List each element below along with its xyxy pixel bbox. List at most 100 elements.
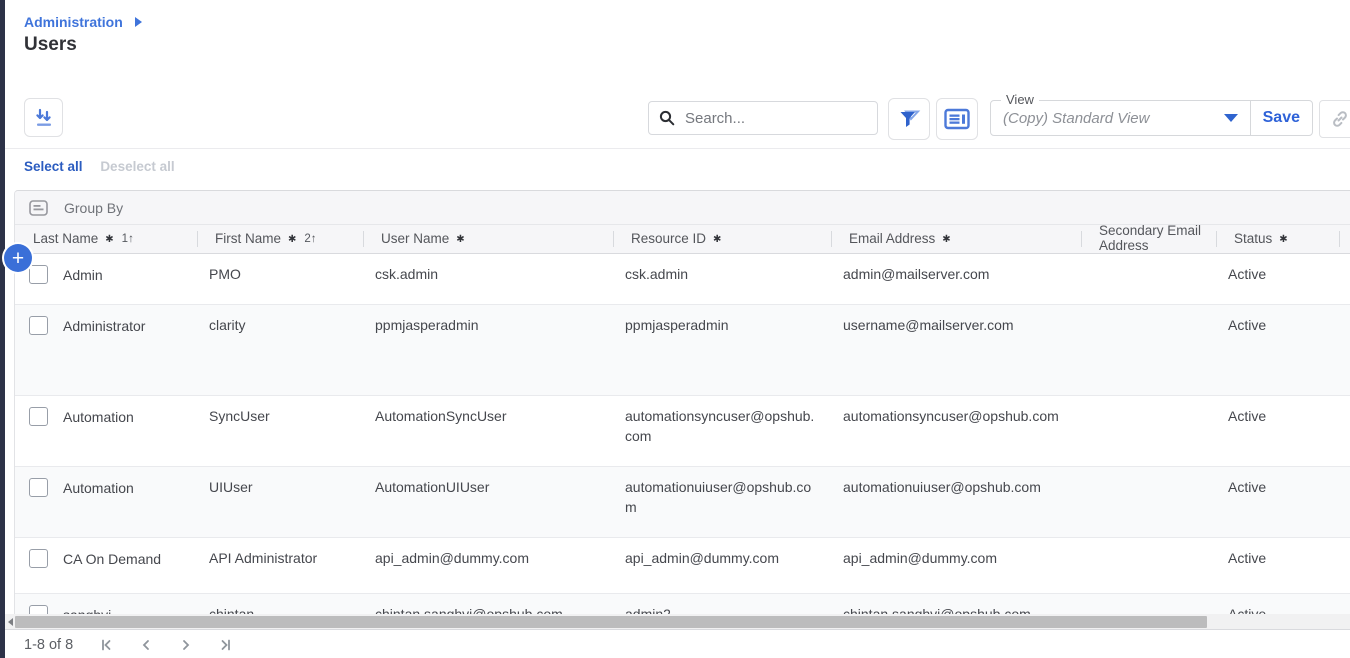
pagination-range: 1-8 of 8 (24, 637, 73, 653)
required-icon: ✱ (942, 234, 950, 245)
copy-link-button[interactable] (1319, 100, 1350, 138)
table-cell: Admin (15, 254, 197, 304)
users-grid: Group By Last Name✱1↑First Name✱2↑User N… (14, 190, 1350, 617)
table-cell: clarity (197, 305, 363, 395)
table-cell: api_admin@dummy.com (613, 538, 831, 593)
next-page-button[interactable] (179, 638, 193, 652)
horizontal-scrollbar[interactable] (5, 614, 1350, 629)
sort-indicator: 1↑ (122, 233, 134, 246)
column-label: First Name (215, 232, 281, 247)
plus-icon: + (12, 248, 24, 269)
table-cell: username@mailserver.com (831, 305, 1081, 395)
column-header[interactable]: Status ✱ (1216, 225, 1339, 253)
table-cell: automationuiuser@opshub.com (613, 467, 831, 537)
table-cell: csk.admin (613, 254, 831, 304)
table-cell (1081, 467, 1216, 537)
save-view-button[interactable]: Save (1250, 101, 1312, 135)
search-box[interactable] (648, 101, 878, 135)
table-cell: Active (1216, 538, 1339, 593)
grid-bottom-border (5, 629, 1350, 630)
group-by-bar[interactable]: Group By (15, 191, 1350, 225)
view-selector-label: View (1001, 92, 1039, 107)
scroll-left-arrow-icon[interactable] (5, 618, 15, 626)
table-row[interactable]: AutomationSyncUserAutomationSyncUserauto… (15, 396, 1350, 467)
table-cell: AutomationUIUser (363, 467, 613, 537)
table-cell: csk.admin (363, 254, 613, 304)
column-label: Secondary Email Address (1099, 224, 1216, 254)
pagination: 1-8 of 8 (24, 637, 233, 653)
table-row[interactable]: Administratorclarityppmjasperadminppmjas… (15, 305, 1350, 396)
column-header[interactable]: Email Address ✱ (831, 225, 1081, 253)
header-row: Last Name✱1↑First Name✱2↑User Name✱Resou… (15, 225, 1350, 254)
column-header[interactable]: User Name✱ (363, 225, 613, 253)
required-icon: ✱ (1279, 234, 1287, 245)
column-header[interactable]: Resource ID ✱ (613, 225, 831, 253)
page-title: Users (24, 34, 77, 56)
group-by-icon (29, 200, 48, 216)
view-selector: View (Copy) Standard View Save (990, 100, 1313, 136)
table-cell: CA On Demand (15, 538, 197, 593)
required-icon: ✱ (105, 234, 113, 245)
scrollbar-thumb[interactable] (15, 616, 1207, 628)
search-input[interactable] (683, 109, 867, 128)
filter-button[interactable] (888, 98, 930, 140)
table-cell: ppmjasperadmin (613, 305, 831, 395)
column-label: Last Name (33, 232, 98, 247)
table-row[interactable]: AutomationUIUserAutomationUIUserautomati… (15, 467, 1350, 538)
table-cell: API Administrator (197, 538, 363, 593)
row-checkbox[interactable] (29, 265, 48, 284)
table-cell: ppmjasperadmin (363, 305, 613, 395)
selection-controls: Select all Deselect all (24, 159, 175, 174)
link-icon (1330, 109, 1350, 129)
column-header[interactable]: Last Name ✱ 1↑ (15, 225, 197, 253)
table-cell (1081, 254, 1216, 304)
table-cell: Active (1216, 305, 1339, 395)
table-cell: SyncUser (197, 396, 363, 466)
table-row[interactable]: CA On DemandAPI Administratorapi_admin@d… (15, 538, 1350, 594)
collapsed-side-rail (0, 0, 5, 658)
table-cell: api_admin@dummy.com (363, 538, 613, 593)
view-selector-value[interactable]: (Copy) Standard View (991, 110, 1224, 127)
table-cell: automationuiuser@opshub.com (831, 467, 1081, 537)
column-label: Status (1234, 232, 1272, 247)
table-cell: UIUser (197, 467, 363, 537)
select-all-link[interactable]: Select all (24, 159, 83, 174)
deselect-all-link[interactable]: Deselect all (100, 159, 174, 174)
previous-page-button[interactable] (139, 638, 153, 652)
cell-text: Admin (63, 264, 103, 285)
table-cell: AutomationSyncUser (363, 396, 613, 466)
table-cell: api_admin@dummy.com (831, 538, 1081, 593)
column-label: User Name (381, 232, 449, 247)
column-label: Email Address (849, 232, 935, 247)
table-cell: PMO (197, 254, 363, 304)
column-label: Resource ID (631, 232, 706, 247)
table-cell: Active (1216, 254, 1339, 304)
table-row[interactable]: AdminPMOcsk.admincsk.adminadmin@mailserv… (15, 254, 1350, 305)
row-checkbox[interactable] (29, 407, 48, 426)
group-by-label: Group By (64, 200, 123, 216)
view-layout-button[interactable] (936, 98, 978, 140)
download-button[interactable] (24, 98, 63, 137)
last-page-button[interactable] (219, 638, 233, 652)
add-user-button[interactable]: + (4, 244, 32, 272)
cell-text: CA On Demand (63, 548, 161, 569)
chevron-down-icon[interactable] (1224, 114, 1238, 122)
required-icon: ✱ (713, 234, 721, 245)
required-icon: ✱ (288, 234, 296, 245)
search-icon (659, 110, 675, 126)
first-page-button[interactable] (99, 638, 113, 652)
row-checkbox[interactable] (29, 549, 48, 568)
breadcrumb-arrow-icon[interactable] (135, 17, 142, 27)
table-cell (1081, 538, 1216, 593)
column-header[interactable]: First Name✱2↑ (197, 225, 363, 253)
row-checkbox[interactable] (29, 316, 48, 335)
column-header[interactable]: Secondary Email Address (1081, 225, 1216, 253)
row-checkbox[interactable] (29, 478, 48, 497)
table-cell (1081, 305, 1216, 395)
table-cell: automationsyncuser@opshub.com (613, 396, 831, 466)
download-icon (33, 107, 55, 129)
breadcrumb-administration-link[interactable]: Administration (24, 14, 123, 30)
filter-icon (897, 107, 921, 131)
toolbar-divider (5, 148, 1350, 149)
table-cell (1081, 396, 1216, 466)
